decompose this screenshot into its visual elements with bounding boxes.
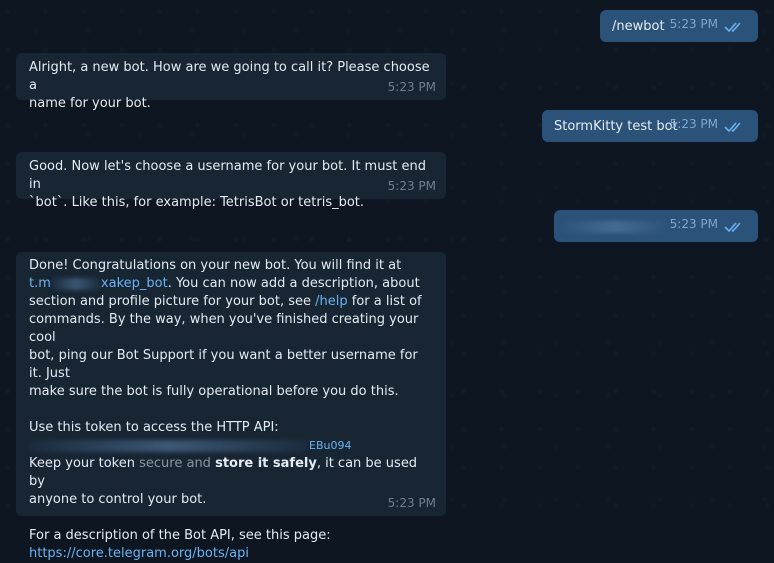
token-label: Use this token to access the HTTP API:	[29, 420, 279, 435]
message-line: section and profile picture for your bot…	[29, 294, 422, 309]
message-line: anyone to control your bot.	[29, 492, 207, 507]
bot-link[interactable]: t.m xakep_bot	[29, 276, 168, 291]
message-line: `bot`. Like this, for example: TetrisBot…	[29, 195, 365, 210]
message-time: 5:23 PM	[669, 217, 718, 231]
message-text: StormKitty test bot	[554, 119, 678, 134]
message-time: 5:23 PM	[387, 80, 436, 94]
api-docs-link[interactable]: https://core.telegram.org/bots/api	[29, 545, 434, 563]
message-outgoing[interactable]: 5:23 PM	[554, 210, 758, 242]
message-text: Good. Now let's choose a username for yo…	[29, 158, 434, 212]
token-line[interactable]: EBu094	[29, 437, 434, 455]
message-text: /newbot	[612, 19, 665, 34]
message-line: For a description of the Bot API, see th…	[29, 528, 331, 543]
message-incoming[interactable]: Good. Now let's choose a username for yo…	[16, 152, 446, 210]
message-incoming[interactable]: Alright, a new bot. How are we going to …	[16, 53, 446, 111]
double-check-icon	[724, 22, 741, 33]
message-time: 5:23 PM	[387, 179, 436, 193]
bold-text: store it safely	[215, 456, 317, 471]
redacted-text	[560, 220, 670, 233]
message-line: Done! Congratulations on your new bot. Y…	[29, 258, 402, 273]
message-line: name for your bot.	[29, 96, 151, 111]
message-time: 5:23 PM	[669, 17, 718, 31]
message-time: 5:23 PM	[669, 117, 718, 131]
message-line: t.m xakep_bot. You can now add a descript…	[29, 276, 420, 291]
message-text: Alright, a new bot. How are we going to …	[29, 59, 434, 113]
message-line: Alright, a new bot. How are we going to …	[29, 60, 430, 93]
message-outgoing[interactable]: StormKitty test bot 5:23 PM	[542, 110, 758, 142]
message-incoming[interactable]: Done! Congratulations on your new bot. Y…	[16, 252, 446, 561]
message-time: 5:23 PM	[387, 496, 436, 510]
message-line: Keep your token secure and store it safe…	[29, 456, 418, 489]
message-line: commands. By the way, when you've finish…	[29, 312, 419, 345]
message-outgoing[interactable]: /newbot 5:23 PM	[600, 10, 758, 42]
message-line: bot, ping our Bot Support if you want a …	[29, 348, 418, 381]
message-line: make sure the bot is fully operational b…	[29, 384, 399, 399]
message-line: Good. Now let's choose a username for yo…	[29, 159, 426, 192]
help-link[interactable]: /help	[315, 294, 347, 309]
message-text: Done! Congratulations on your new bot. Y…	[29, 257, 434, 563]
double-check-icon	[724, 122, 741, 133]
token-text: EBu094	[309, 439, 352, 452]
redacted-token	[29, 439, 309, 452]
double-check-icon	[724, 222, 741, 233]
